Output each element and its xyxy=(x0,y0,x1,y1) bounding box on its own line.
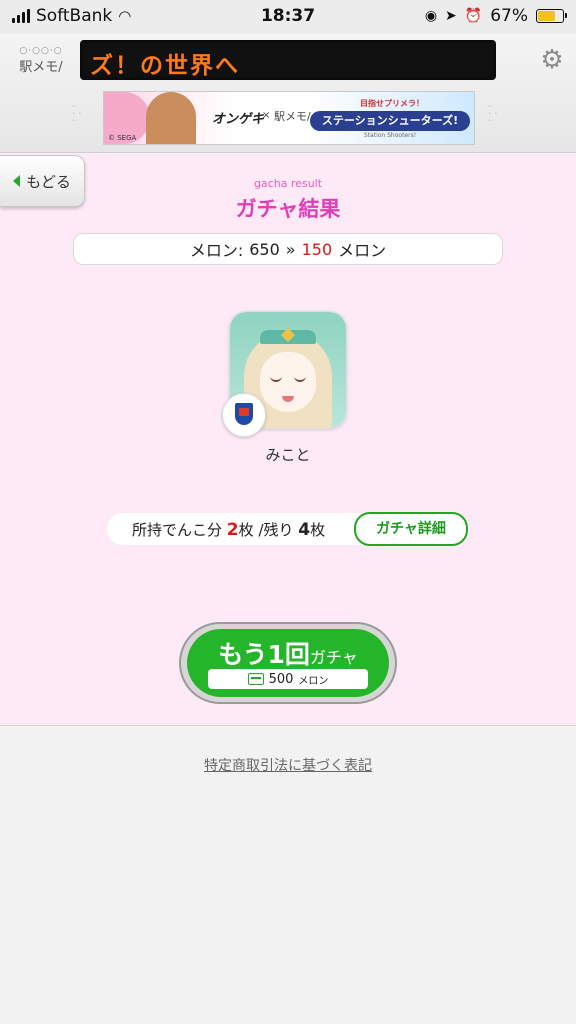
banner-right-title: 駅メモ/ xyxy=(274,110,311,123)
inventory-text: 所持でんこ分 2枚 /残り 4枚 xyxy=(132,519,325,540)
banner-copyright: © SEGA xyxy=(108,134,137,142)
banner-badge-sub: Station Shooters! xyxy=(363,132,417,139)
gacha-detail-button[interactable]: ガチャ詳細 xyxy=(354,512,468,546)
banner-badge-top: 目指せプリメラ！ xyxy=(360,99,424,108)
character-face xyxy=(260,352,316,412)
remaining-unit: 枚 xyxy=(310,521,326,539)
character-name: みこと xyxy=(265,446,311,464)
banner-badge-main: ステーションシューターズ! xyxy=(310,111,470,131)
attribute-emblem-icon xyxy=(222,393,266,437)
logo-text: 駅メモ/ xyxy=(19,60,63,75)
status-right: ◉ ➤ ⏰ 67% xyxy=(424,6,567,26)
melon-before: 650 xyxy=(249,239,280,259)
legal-notice-link[interactable]: 特定商取引法に基づく表記 xyxy=(0,755,576,775)
owned-count: 2 xyxy=(226,520,239,540)
owned-unit: 枚 xyxy=(238,521,254,539)
inventory-prefix: 所持でんこ分 xyxy=(132,521,223,539)
cost-value: 500 xyxy=(268,671,294,687)
remaining-label: /残り xyxy=(258,521,294,539)
again-main-label: もう1回 xyxy=(218,640,310,669)
banner-left-dots: · · · · xyxy=(72,102,82,127)
gear-icon[interactable]: ⚙ xyxy=(538,46,566,74)
cost-unit: メロン xyxy=(298,675,329,687)
banner-character-2 xyxy=(146,92,196,144)
led-ticker: ズ！の世界へ xyxy=(80,40,496,80)
app-header: ○·○○·○ 駅メモ/ ズ！の世界へ ⚙ · · · · © SEGA オンゲキ ×… xyxy=(0,34,576,153)
ticker-text: ズ！の世界へ xyxy=(90,53,240,79)
result-subtitle: gacha result xyxy=(253,177,323,190)
footer-divider xyxy=(0,725,576,726)
page-title: ガチャ結果 xyxy=(235,197,341,221)
again-button-label: もう1回ガチャ xyxy=(187,635,389,671)
collab-banner[interactable]: © SEGA オンゲキ × 駅メモ/ 目指せプリメラ！ ステーションシューターズ… xyxy=(103,91,475,145)
banner-right-dots: · · · · xyxy=(488,102,498,127)
status-bar: SoftBank ◠ 18:37 ◉ ➤ ⏰ 67% xyxy=(0,0,576,34)
melon-balance-bar: メロン: 650 » 150 メロン xyxy=(73,233,503,265)
battery-percent: 67% xyxy=(490,6,528,26)
alarm-icon: ⏰ xyxy=(464,8,483,24)
again-cost: 500 メロン xyxy=(208,669,368,689)
ticket-icon xyxy=(247,673,264,685)
app-logo[interactable]: ○·○○·○ 駅メモ/ xyxy=(12,46,70,75)
melon-label: メロン: xyxy=(189,241,244,260)
melon-arrow: » xyxy=(285,239,296,259)
remaining-count: 4 xyxy=(298,520,311,540)
location-icon: ➤ xyxy=(445,8,457,24)
melon-unit: メロン xyxy=(338,241,387,260)
again-sub-label: ガチャ xyxy=(309,648,358,667)
logo-dots: ○·○○·○ xyxy=(19,46,63,56)
battery-icon xyxy=(536,9,567,23)
rotation-lock-icon: ◉ xyxy=(424,8,438,24)
banner-left-title: オンゲキ xyxy=(212,112,265,127)
banner-cross: × xyxy=(262,110,271,121)
melon-after: 150 xyxy=(301,239,333,259)
